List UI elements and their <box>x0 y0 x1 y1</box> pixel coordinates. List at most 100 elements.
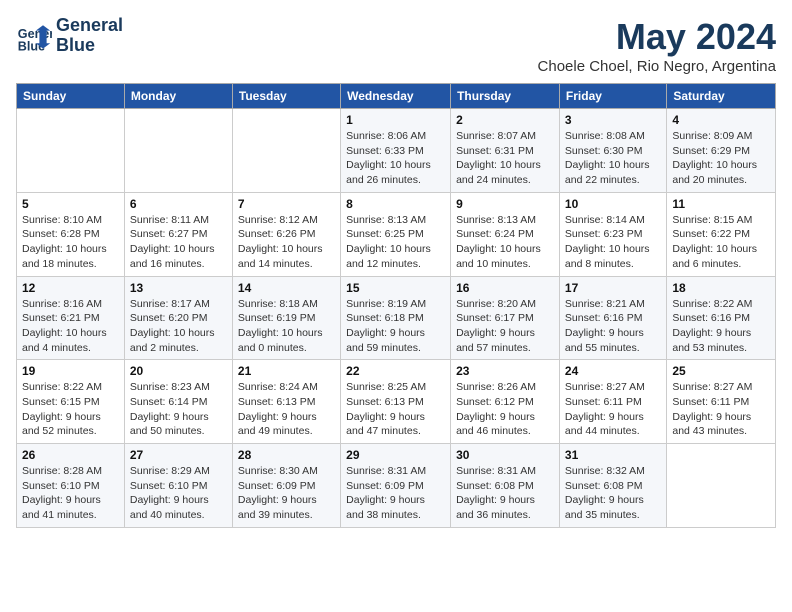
calendar-cell: 15Sunrise: 8:19 AM Sunset: 6:18 PM Dayli… <box>341 276 451 360</box>
day-info: Sunrise: 8:21 AM Sunset: 6:16 PM Dayligh… <box>565 297 661 356</box>
day-info: Sunrise: 8:11 AM Sunset: 6:27 PM Dayligh… <box>130 213 227 272</box>
calendar-cell: 12 Sunrise: 8:16 AM Sunset: 6:21 PM Dayli… <box>17 276 125 360</box>
calendar-cell: 31 Sunrise: 8:32 AM Sunset: 6:08 PM Dayli… <box>559 444 666 528</box>
day-number: 31 <box>565 448 661 462</box>
day-number: 12 <box>22 281 119 295</box>
calendar-cell <box>232 109 340 193</box>
calendar-week-4: 19 Sunrise: 8:22 AM Sunset: 6:15 PM Dayli… <box>17 360 776 444</box>
day-info: Sunrise: 8:24 AM Sunset: 6:13 PM Dayligh… <box>238 380 335 439</box>
day-info: Sunrise: 8:10 AM Sunset: 6:28 PM Dayligh… <box>22 213 119 272</box>
calendar-table: SundayMondayTuesdayWednesdayThursdayFrid… <box>16 83 776 528</box>
calendar-header-row: SundayMondayTuesdayWednesdayThursdayFrid… <box>17 84 776 109</box>
day-number: 25 <box>672 364 770 378</box>
calendar-cell: 7 Sunrise: 8:12 AM Sunset: 6:26 PM Daylig… <box>232 192 340 276</box>
day-number: 1 <box>346 113 445 127</box>
calendar-cell: 20Sunrise: 8:23 AM Sunset: 6:14 PM Dayli… <box>124 360 232 444</box>
day-info: Sunrise: 8:08 AM Sunset: 6:30 PM Dayligh… <box>565 129 661 188</box>
title-block: May 2024 Choele Choel, Rio Negro, Argent… <box>538 16 776 75</box>
calendar-cell: 5 Sunrise: 8:10 AM Sunset: 6:28 PM Daylig… <box>17 192 125 276</box>
day-number: 17 <box>565 281 661 295</box>
day-number: 10 <box>565 197 661 211</box>
calendar-cell: 10 Sunrise: 8:14 AM Sunset: 6:23 PM Dayli… <box>559 192 666 276</box>
calendar-week-2: 5 Sunrise: 8:10 AM Sunset: 6:28 PM Daylig… <box>17 192 776 276</box>
calendar-cell: 30Sunrise: 8:31 AM Sunset: 6:08 PM Dayli… <box>451 444 560 528</box>
calendar-cell: 4 Sunrise: 8:09 AM Sunset: 6:29 PM Daylig… <box>667 109 776 193</box>
col-header-saturday: Saturday <box>667 84 776 109</box>
day-info: Sunrise: 8:17 AM Sunset: 6:20 PM Dayligh… <box>130 297 227 356</box>
day-number: 11 <box>672 197 770 211</box>
day-number: 24 <box>565 364 661 378</box>
day-number: 14 <box>238 281 335 295</box>
logo: General Blue General Blue <box>16 16 123 56</box>
calendar-week-3: 12 Sunrise: 8:16 AM Sunset: 6:21 PM Dayli… <box>17 276 776 360</box>
calendar-cell: 27Sunrise: 8:29 AM Sunset: 6:10 PM Dayli… <box>124 444 232 528</box>
day-info: Sunrise: 8:18 AM Sunset: 6:19 PM Dayligh… <box>238 297 335 356</box>
day-number: 16 <box>456 281 554 295</box>
day-number: 9 <box>456 197 554 211</box>
calendar-cell <box>667 444 776 528</box>
calendar-cell: 6 Sunrise: 8:11 AM Sunset: 6:27 PM Daylig… <box>124 192 232 276</box>
col-header-monday: Monday <box>124 84 232 109</box>
day-number: 29 <box>346 448 445 462</box>
location-title: Choele Choel, Rio Negro, Argentina <box>538 58 776 75</box>
calendar-cell: 14 Sunrise: 8:18 AM Sunset: 6:19 PM Dayli… <box>232 276 340 360</box>
day-info: Sunrise: 8:15 AM Sunset: 6:22 PM Dayligh… <box>672 213 770 272</box>
day-info: Sunrise: 8:22 AM Sunset: 6:16 PM Dayligh… <box>672 297 770 356</box>
day-info: Sunrise: 8:12 AM Sunset: 6:26 PM Dayligh… <box>238 213 335 272</box>
day-info: Sunrise: 8:20 AM Sunset: 6:17 PM Dayligh… <box>456 297 554 356</box>
day-number: 3 <box>565 113 661 127</box>
day-info: Sunrise: 8:31 AM Sunset: 6:09 PM Dayligh… <box>346 464 445 523</box>
day-number: 6 <box>130 197 227 211</box>
day-info: Sunrise: 8:30 AM Sunset: 6:09 PM Dayligh… <box>238 464 335 523</box>
day-number: 28 <box>238 448 335 462</box>
calendar-cell: 22Sunrise: 8:25 AM Sunset: 6:13 PM Dayli… <box>341 360 451 444</box>
day-info: Sunrise: 8:22 AM Sunset: 6:15 PM Dayligh… <box>22 380 119 439</box>
logo-icon: General Blue <box>16 18 52 54</box>
day-info: Sunrise: 8:29 AM Sunset: 6:10 PM Dayligh… <box>130 464 227 523</box>
day-info: Sunrise: 8:26 AM Sunset: 6:12 PM Dayligh… <box>456 380 554 439</box>
col-header-friday: Friday <box>559 84 666 109</box>
day-number: 2 <box>456 113 554 127</box>
day-number: 4 <box>672 113 770 127</box>
day-info: Sunrise: 8:27 AM Sunset: 6:11 PM Dayligh… <box>565 380 661 439</box>
calendar-cell: 11 Sunrise: 8:15 AM Sunset: 6:22 PM Dayli… <box>667 192 776 276</box>
col-header-sunday: Sunday <box>17 84 125 109</box>
day-info: Sunrise: 8:09 AM Sunset: 6:29 PM Dayligh… <box>672 129 770 188</box>
calendar-cell: 13 Sunrise: 8:17 AM Sunset: 6:20 PM Dayli… <box>124 276 232 360</box>
day-info: Sunrise: 8:16 AM Sunset: 6:21 PM Dayligh… <box>22 297 119 356</box>
calendar-cell: 16 Sunrise: 8:20 AM Sunset: 6:17 PM Dayli… <box>451 276 560 360</box>
calendar-cell: 28 Sunrise: 8:30 AM Sunset: 6:09 PM Dayli… <box>232 444 340 528</box>
day-number: 19 <box>22 364 119 378</box>
calendar-week-5: 26Sunrise: 8:28 AM Sunset: 6:10 PM Dayli… <box>17 444 776 528</box>
calendar-cell: 9Sunrise: 8:13 AM Sunset: 6:24 PM Daylig… <box>451 192 560 276</box>
logo-line2: Blue <box>56 36 123 56</box>
calendar-cell: 25 Sunrise: 8:27 AM Sunset: 6:11 PM Dayli… <box>667 360 776 444</box>
day-number: 7 <box>238 197 335 211</box>
day-info: Sunrise: 8:07 AM Sunset: 6:31 PM Dayligh… <box>456 129 554 188</box>
day-info: Sunrise: 8:06 AM Sunset: 6:33 PM Dayligh… <box>346 129 445 188</box>
calendar-week-1: 1 Sunrise: 8:06 AM Sunset: 6:33 PM Daylig… <box>17 109 776 193</box>
calendar-cell: 2 Sunrise: 8:07 AM Sunset: 6:31 PM Daylig… <box>451 109 560 193</box>
page-header: General Blue General Blue May 2024 Choel… <box>16 16 776 75</box>
calendar-cell: 29 Sunrise: 8:31 AM Sunset: 6:09 PM Dayli… <box>341 444 451 528</box>
calendar-cell: 24 Sunrise: 8:27 AM Sunset: 6:11 PM Dayli… <box>559 360 666 444</box>
calendar-cell: 21 Sunrise: 8:24 AM Sunset: 6:13 PM Dayli… <box>232 360 340 444</box>
col-header-wednesday: Wednesday <box>341 84 451 109</box>
calendar-cell: 3 Sunrise: 8:08 AM Sunset: 6:30 PM Daylig… <box>559 109 666 193</box>
calendar-cell <box>17 109 125 193</box>
day-info: Sunrise: 8:13 AM Sunset: 6:25 PM Dayligh… <box>346 213 445 272</box>
calendar-cell: 19 Sunrise: 8:22 AM Sunset: 6:15 PM Dayli… <box>17 360 125 444</box>
day-number: 13 <box>130 281 227 295</box>
calendar-cell <box>124 109 232 193</box>
day-info: Sunrise: 8:32 AM Sunset: 6:08 PM Dayligh… <box>565 464 661 523</box>
calendar-cell: 1 Sunrise: 8:06 AM Sunset: 6:33 PM Daylig… <box>341 109 451 193</box>
day-info: Sunrise: 8:25 AM Sunset: 6:13 PM Dayligh… <box>346 380 445 439</box>
month-title: May 2024 <box>538 16 776 58</box>
day-info: Sunrise: 8:14 AM Sunset: 6:23 PM Dayligh… <box>565 213 661 272</box>
logo-line1: General <box>56 16 123 36</box>
day-info: Sunrise: 8:31 AM Sunset: 6:08 PM Dayligh… <box>456 464 554 523</box>
day-number: 5 <box>22 197 119 211</box>
day-info: Sunrise: 8:27 AM Sunset: 6:11 PM Dayligh… <box>672 380 770 439</box>
col-header-tuesday: Tuesday <box>232 84 340 109</box>
day-number: 21 <box>238 364 335 378</box>
